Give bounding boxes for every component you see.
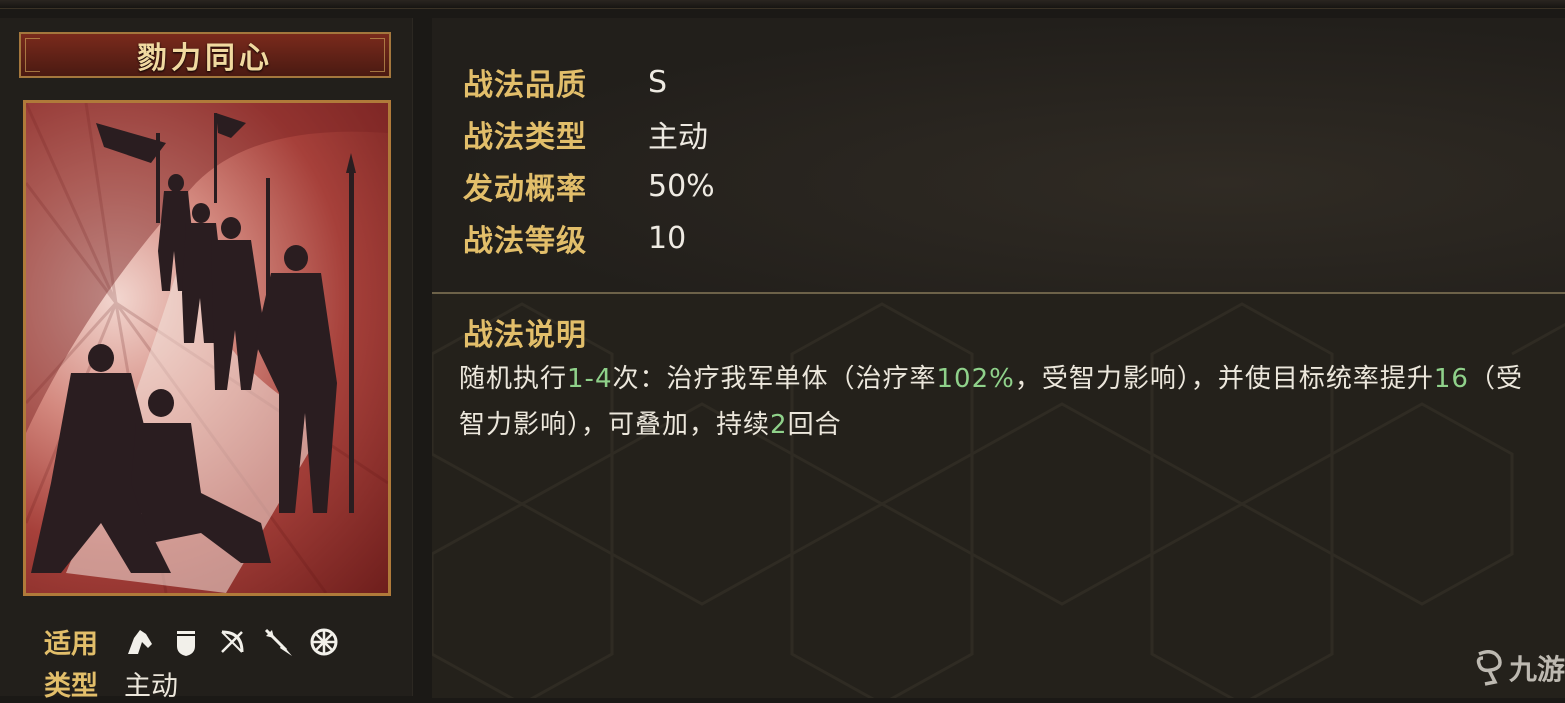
skill-type-row: 类型 主动 [44, 664, 178, 703]
stat-value: 50% [648, 168, 715, 204]
shield-icon [177, 630, 195, 656]
desc-highlight: 102% [936, 364, 1015, 394]
desc-segment: 随机执行 [459, 364, 568, 394]
desc-segment: 回合 [787, 410, 842, 440]
nine-game-logo-icon [1476, 650, 1502, 686]
skill-card-illustration [23, 100, 391, 596]
stat-value: S [648, 64, 668, 100]
skill-name: 勠力同心 [137, 41, 273, 76]
desc-highlight: 1-4 [567, 364, 613, 394]
desc-highlight: 16 [1433, 364, 1469, 394]
description-title: 战法说明 [463, 318, 587, 353]
desc-highlight: 2 [770, 410, 788, 440]
bow-icon [221, 630, 244, 653]
stat-row-quality: 战法品质 S [463, 60, 667, 104]
stat-row-type: 战法类型 主动 [463, 112, 708, 156]
stat-value: 主动 [648, 120, 708, 155]
cavalry-icon [128, 629, 152, 654]
top-bar [0, 0, 1565, 9]
spear-icon [264, 628, 292, 656]
skill-description-panel: 战法说明 随机执行1-4次：治疗我军单体（治疗率102%，受智力影响），并使目标… [432, 292, 1565, 698]
stat-label: 战法等级 [463, 224, 587, 259]
stat-label: 战法品质 [463, 68, 587, 103]
desc-segment: ，受智力影响），并使目标统率提升 [1014, 364, 1434, 394]
stat-row-chance: 发动概率 50% [463, 164, 715, 208]
skill-name-banner: 勠力同心 [19, 32, 391, 78]
unit-type-icons [124, 626, 340, 658]
stat-row-level: 战法等级 10 [463, 216, 686, 260]
stat-label: 战法类型 [463, 120, 587, 155]
description-text: 随机执行1-4次：治疗我军单体（治疗率102%，受智力影响），并使目标统率提升1… [459, 356, 1549, 448]
soldiers-silhouette-illustration [26, 103, 388, 593]
type-value: 主动 [124, 671, 178, 702]
watermark: 九游 [1473, 648, 1565, 688]
hex-pattern-background [432, 302, 1565, 698]
type-label: 类型 [44, 671, 98, 702]
wheel-icon [310, 628, 338, 655]
apply-label: 适用 [44, 629, 98, 660]
watermark-text: 九游 [1509, 653, 1565, 686]
stat-label: 发动概率 [463, 172, 587, 207]
desc-segment: 次：治疗我军单体（治疗率 [612, 364, 937, 394]
applicable-units-row: 适用 [44, 622, 340, 661]
stat-value: 10 [648, 220, 687, 256]
